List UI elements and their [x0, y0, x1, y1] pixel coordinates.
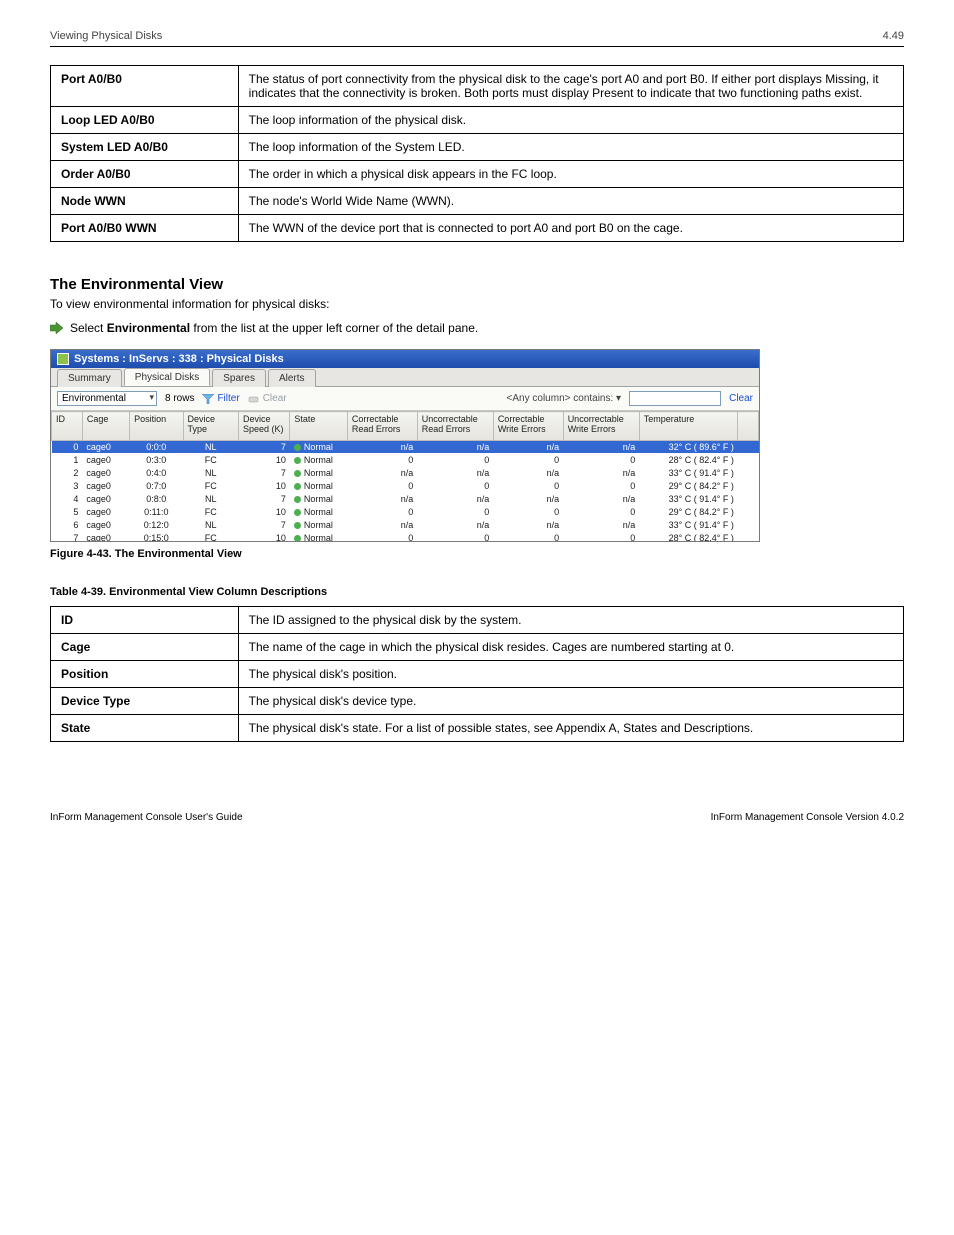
grid-row[interactable]: 4cage00:8:0NL7Normaln/an/an/an/a33° C ( …	[52, 493, 759, 506]
status-dot-icon	[294, 444, 301, 451]
arrow-right-icon	[50, 322, 64, 334]
column-header[interactable]: State	[290, 412, 348, 441]
term-cell: Port A0/B0 WWN	[51, 215, 239, 242]
desc-cell: The physical disk's state. For a list of…	[238, 715, 903, 742]
window-icon	[57, 353, 69, 365]
view-select[interactable]: Environmental	[57, 391, 157, 406]
grid-row[interactable]: 0cage00:0:0NL7Normaln/an/an/an/a32° C ( …	[52, 441, 759, 454]
funnel-icon	[202, 394, 214, 404]
clear-filter-button[interactable]: Clear	[248, 393, 287, 404]
search-input[interactable]	[629, 391, 721, 406]
term-cell: Node WWN	[51, 188, 239, 215]
column-header[interactable]: ID	[52, 412, 83, 441]
column-header[interactable]: Correctable Read Errors	[347, 412, 417, 441]
desc-cell: The WWN of the device port that is conne…	[238, 215, 903, 242]
term-cell: Cage	[51, 634, 239, 661]
header-rule	[50, 46, 904, 47]
grid-row[interactable]: 6cage00:12:0NL7Normaln/an/an/an/a33° C (…	[52, 519, 759, 532]
column-header[interactable]: Uncorrectable Read Errors	[417, 412, 493, 441]
term-cell: Order A0/B0	[51, 161, 239, 188]
table-row: CageThe name of the cage in which the ph…	[51, 634, 904, 661]
chapter-header-left: Viewing Physical Disks	[50, 30, 162, 42]
desc-cell: The ID assigned to the physical disk by …	[238, 607, 903, 634]
column-header[interactable]: Correctable Write Errors	[493, 412, 563, 441]
paths-table: Port A0/B0The status of port connectivit…	[50, 65, 904, 242]
desc-cell: The physical disk's device type.	[238, 688, 903, 715]
footer-right: InForm Management Console Version 4.0.2	[711, 812, 904, 823]
page-footer: InForm Management Console User's Guide I…	[50, 812, 904, 823]
table-caption: Table 4-39. Environmental View Column De…	[50, 586, 904, 598]
term-cell: Device Type	[51, 688, 239, 715]
eraser-icon	[248, 394, 260, 404]
window-title: Systems : InServs : 338 : Physical Disks	[74, 353, 284, 365]
clear-search-link[interactable]: Clear	[729, 393, 753, 404]
section-heading-environmental: The Environmental View	[50, 276, 904, 293]
term-cell: ID	[51, 607, 239, 634]
term-cell: Loop LED A0/B0	[51, 107, 239, 134]
desc-cell: The loop information of the physical dis…	[238, 107, 903, 134]
term-cell: Port A0/B0	[51, 66, 239, 107]
chapter-header: Viewing Physical Disks 4.49	[50, 30, 904, 42]
physical-disks-grid[interactable]: IDCagePositionDevice TypeDevice Speed (K…	[51, 411, 759, 541]
grid-row[interactable]: 7cage00:15:0FC10Normal000028° C ( 82.4° …	[52, 532, 759, 542]
term-cell: Position	[51, 661, 239, 688]
row-count-label: 8 rows	[165, 393, 194, 404]
table-row: Loop LED A0/B0The loop information of th…	[51, 107, 904, 134]
figure-caption: Figure 4-43. The Environmental View	[50, 548, 904, 560]
column-header[interactable]: Device Speed (K)	[239, 412, 290, 441]
table-row: Device TypeThe physical disk's device ty…	[51, 688, 904, 715]
footer-left: InForm Management Console User's Guide	[50, 812, 243, 823]
status-dot-icon	[294, 483, 301, 490]
desc-cell: The loop information of the System LED.	[238, 134, 903, 161]
table-row: PositionThe physical disk's position.	[51, 661, 904, 688]
table-row: System LED A0/B0The loop information of …	[51, 134, 904, 161]
desc-cell: The order in which a physical disk appea…	[238, 161, 903, 188]
table-row: IDThe ID assigned to the physical disk b…	[51, 607, 904, 634]
env-column-desc-table: IDThe ID assigned to the physical disk b…	[50, 606, 904, 742]
grid-row[interactable]: 3cage00:7:0FC10Normal000029° C ( 84.2° F…	[52, 480, 759, 493]
status-dot-icon	[294, 470, 301, 477]
status-dot-icon	[294, 522, 301, 529]
column-header-spacer	[738, 412, 759, 441]
term-cell: State	[51, 715, 239, 742]
table-row: Port A0/B0The status of port connectivit…	[51, 66, 904, 107]
grid-row[interactable]: 2cage00:4:0NL7Normaln/an/an/an/a33° C ( …	[52, 467, 759, 480]
desc-cell: The node's World Wide Name (WWN).	[238, 188, 903, 215]
tab-strip: SummaryPhysical DisksSparesAlerts	[51, 368, 759, 387]
column-header[interactable]: Position	[130, 412, 183, 441]
term-cell: System LED A0/B0	[51, 134, 239, 161]
tab-spares[interactable]: Spares	[212, 369, 266, 387]
column-header[interactable]: Device Type	[183, 412, 238, 441]
column-header[interactable]: Cage	[82, 412, 129, 441]
status-dot-icon	[294, 457, 301, 464]
status-dot-icon	[294, 535, 301, 541]
column-header[interactable]: Temperature	[639, 412, 738, 441]
tab-alerts[interactable]: Alerts	[268, 369, 316, 387]
step-line: Select Environmental from the list at th…	[50, 321, 904, 335]
desc-cell: The physical disk's position.	[238, 661, 903, 688]
step-text: Select Environmental from the list at th…	[70, 321, 478, 335]
desc-cell: The name of the cage in which the physic…	[238, 634, 903, 661]
table-row: StateThe physical disk's state. For a li…	[51, 715, 904, 742]
table-row: Port A0/B0 WWNThe WWN of the device port…	[51, 215, 904, 242]
chapter-header-right: 4.49	[883, 30, 904, 42]
tab-summary[interactable]: Summary	[57, 369, 122, 387]
grid-row[interactable]: 1cage00:3:0FC10Normal000028° C ( 82.4° F…	[52, 454, 759, 467]
filter-button[interactable]: Filter	[202, 393, 239, 404]
table-row: Node WWNThe node's World Wide Name (WWN)…	[51, 188, 904, 215]
column-header[interactable]: Uncorrectable Write Errors	[563, 412, 639, 441]
environmental-intro: To view environmental information for ph…	[50, 297, 904, 311]
status-dot-icon	[294, 509, 301, 516]
grid-toolbar: Environmental 8 rows Filter Clear <Any c…	[51, 387, 759, 411]
tab-physical-disks[interactable]: Physical Disks	[124, 368, 210, 386]
screenshot-figure: Systems : InServs : 338 : Physical Disks…	[50, 349, 760, 542]
window-titlebar: Systems : InServs : 338 : Physical Disks	[51, 350, 759, 368]
search-scope-select[interactable]: <Any column> contains: ▾	[507, 393, 622, 404]
table-row: Order A0/B0The order in which a physical…	[51, 161, 904, 188]
desc-cell: The status of port connectivity from the…	[238, 66, 903, 107]
status-dot-icon	[294, 496, 301, 503]
grid-row[interactable]: 5cage00:11:0FC10Normal000029° C ( 84.2° …	[52, 506, 759, 519]
